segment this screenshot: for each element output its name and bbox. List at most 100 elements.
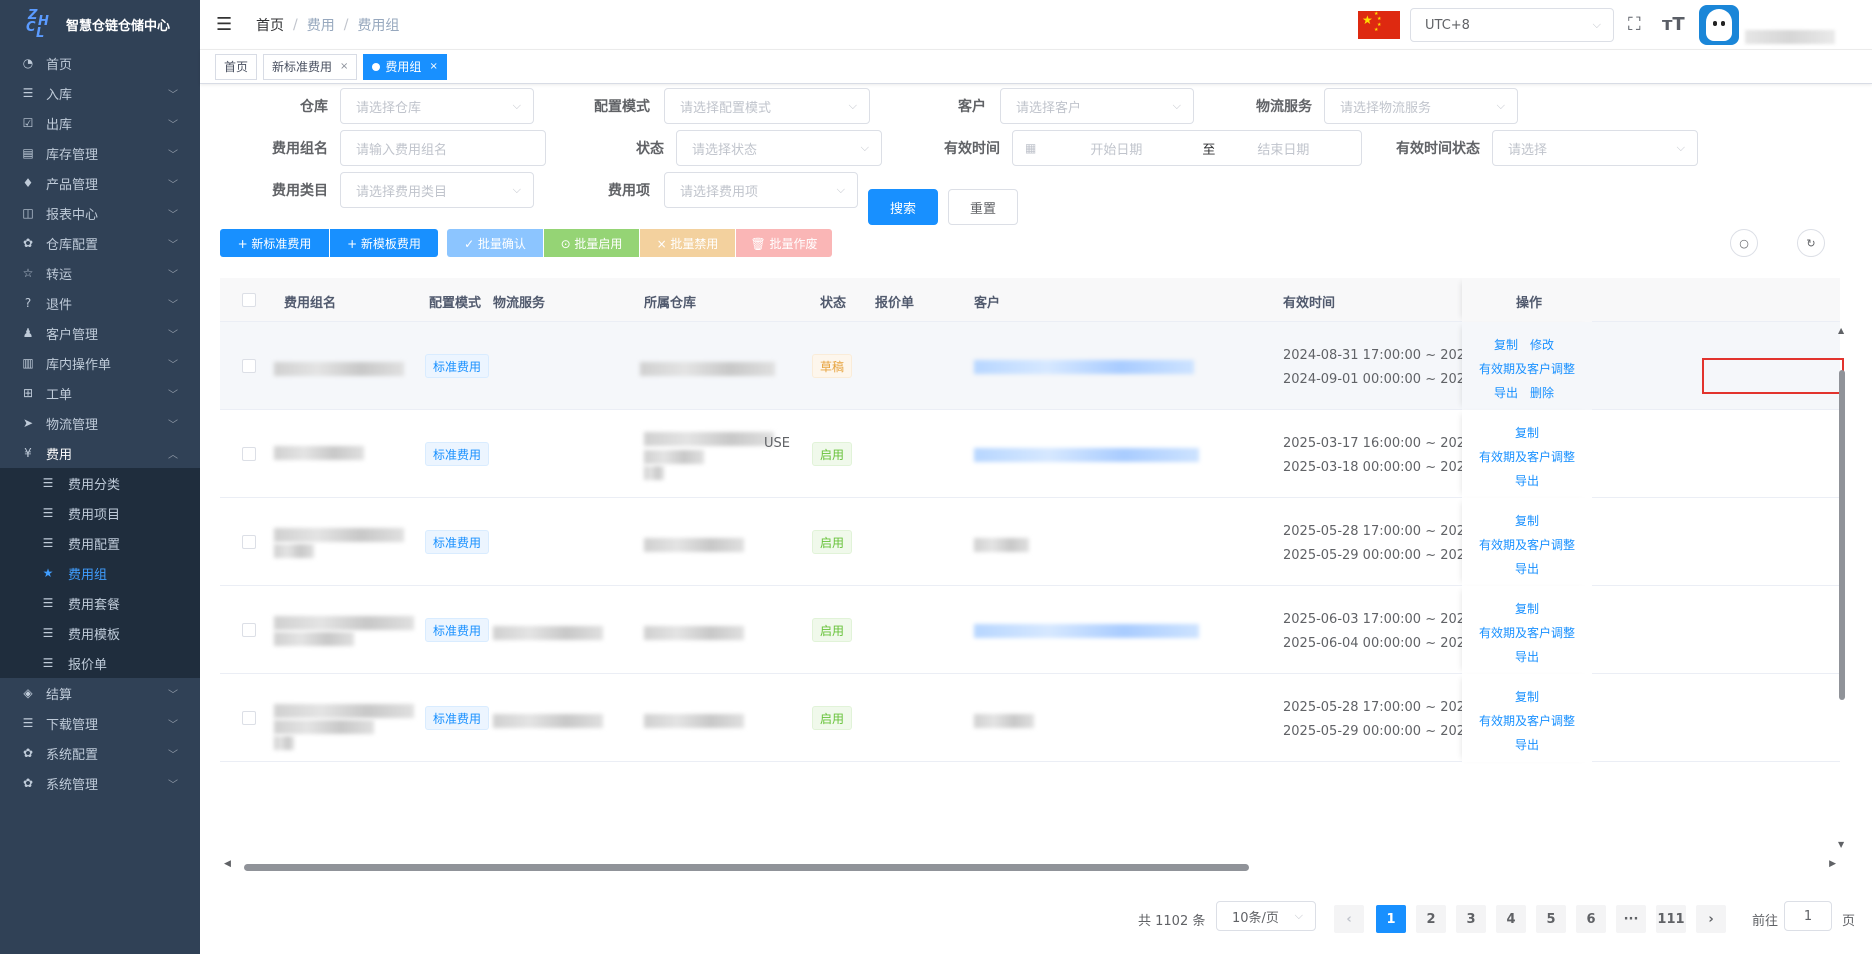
scroll-right-icon[interactable]: ▶ bbox=[1829, 859, 1836, 869]
copy-link[interactable]: 复制 bbox=[1494, 336, 1518, 353]
hamburger-icon[interactable]: ☰ bbox=[216, 14, 240, 35]
row-checkbox[interactable] bbox=[242, 623, 256, 637]
submenu-item-6[interactable]: ☰ 报价单 bbox=[0, 648, 200, 678]
page-111[interactable]: 111 bbox=[1656, 905, 1686, 933]
sidebar-item-sidebar.items5[interactable]: ◫ 报表中心 ﹀ bbox=[0, 198, 200, 228]
refresh-icon[interactable]: ↻ bbox=[1797, 229, 1825, 257]
row-checkbox[interactable] bbox=[242, 535, 256, 549]
sidebar-item-sidebar.items2[interactable]: ☑ 出库 ﹀ bbox=[0, 108, 200, 138]
page-4[interactable]: 4 bbox=[1496, 905, 1526, 933]
page-3[interactable]: 3 bbox=[1456, 905, 1486, 933]
edit-link[interactable]: 修改 bbox=[1530, 336, 1554, 353]
table-row[interactable]: 标准费用 启用 2025-06-03 17:00:00 ~ 2025-06-30 1… bbox=[220, 586, 1840, 674]
close-icon[interactable]: × bbox=[429, 61, 437, 72]
warehouse-select[interactable]: 请选择仓库 ⌵ bbox=[340, 88, 534, 124]
vertical-scrollbar[interactable]: ▲ ▼ bbox=[1838, 320, 1846, 850]
new-template-fee-button[interactable]: + 新模板费用 bbox=[330, 229, 438, 257]
fee-item-select[interactable]: 请选择费用项 ⌵ bbox=[664, 172, 858, 208]
goto-page-input[interactable]: 1 bbox=[1784, 901, 1832, 931]
sidebar-item-sidebar.items10[interactable]: ▥ 库内操作单 ﹀ bbox=[0, 348, 200, 378]
delete-link[interactable]: 删除 bbox=[1530, 384, 1554, 401]
valid-status-select[interactable]: 请选择 ⌵ bbox=[1492, 130, 1698, 166]
batch-void-button[interactable]: 🗑 批量作废 bbox=[736, 229, 832, 257]
export-link[interactable]: 导出 bbox=[1515, 736, 1539, 753]
group-name-input[interactable]: 请输入费用组名 bbox=[340, 130, 546, 166]
batch-confirm-button[interactable]: ✓ 批量确认 bbox=[447, 229, 543, 257]
horizontal-scrollbar[interactable]: ◀ ▶ bbox=[220, 859, 1840, 873]
scrollbar-thumb[interactable] bbox=[244, 864, 1249, 871]
new-standard-fee-button[interactable]: + 新标准费用 bbox=[220, 229, 329, 257]
table-row[interactable]: 标准费用 启用 2025-05-28 17:00:00 ~ 2025-05-30 1… bbox=[220, 674, 1840, 762]
row-checkbox[interactable] bbox=[242, 359, 256, 373]
valid-time-range[interactable]: ▦ 开始日期 至 结束日期 bbox=[1012, 130, 1362, 166]
row-checkbox[interactable] bbox=[242, 711, 256, 725]
table-row[interactable]: USE 标准费用 启用 2025-03-17 16:00:00 ~ 2025-09-3… bbox=[220, 410, 1840, 498]
select-all-checkbox[interactable] bbox=[242, 293, 256, 307]
sidebar-item-sidebar.items11[interactable]: ⊞ 工单 ﹀ bbox=[0, 378, 200, 408]
submenu-item-5[interactable]: ☰ 费用模板 bbox=[0, 618, 200, 648]
adjust-validity-customer-link[interactable]: 有效期及客户调整 bbox=[1479, 448, 1575, 465]
scroll-down-icon[interactable]: ▼ bbox=[1838, 840, 1844, 849]
submenu-item-4[interactable]: ☰ 费用套餐 bbox=[0, 588, 200, 618]
sidebar-item-sidebar.items0[interactable]: ◔ 首页 bbox=[0, 48, 200, 78]
tab-1[interactable]: 新标准费用 × bbox=[263, 53, 358, 80]
table-row[interactable]: 标准费用 启用 2025-05-28 17:00:00 ~ 2025-06-27 1… bbox=[220, 498, 1840, 586]
search-icon[interactable]: ○ bbox=[1730, 229, 1758, 257]
logistics-select[interactable]: 请选择物流服务 ⌵ bbox=[1324, 88, 1518, 124]
sidebar-item-sidebar.items4[interactable]: ♦ 产品管理 ﹀ bbox=[0, 168, 200, 198]
row-checkbox[interactable] bbox=[242, 447, 256, 461]
sidebar-item-sidebar.items_after1[interactable]: ☰ 下载管理 ﹀ bbox=[0, 708, 200, 738]
sidebar-item-sidebar.items7[interactable]: ☆ 转运 ﹀ bbox=[0, 258, 200, 288]
sidebar-item-sidebar.items3[interactable]: ▤ 库存管理 ﹀ bbox=[0, 138, 200, 168]
page-6[interactable]: 6 bbox=[1576, 905, 1606, 933]
timezone-select[interactable]: UTC+8 ⌵ bbox=[1410, 8, 1614, 42]
submenu-item-1[interactable]: ☰ 费用项目 bbox=[0, 498, 200, 528]
sidebar-item-sidebar.items8[interactable]: ? 退件 ﹀ bbox=[0, 288, 200, 318]
page-1[interactable]: 1 bbox=[1376, 905, 1406, 933]
sidebar-item-sidebar.items_after0[interactable]: ◈ 结算 ﹀ bbox=[0, 678, 200, 708]
export-link[interactable]: 导出 bbox=[1515, 648, 1539, 665]
brand[interactable]: Z H C L 智慧仓链仓储中心 bbox=[0, 0, 200, 48]
next-page-button[interactable]: › bbox=[1696, 905, 1726, 933]
scroll-up-icon[interactable]: ▲ bbox=[1838, 326, 1844, 335]
submenu-item-0[interactable]: ☰ 费用分类 bbox=[0, 468, 200, 498]
adjust-validity-customer-link[interactable]: 有效期及客户调整 bbox=[1479, 624, 1575, 641]
status-select[interactable]: 请选择状态 ⌵ bbox=[676, 130, 882, 166]
tab-2[interactable]: 费用组 × bbox=[363, 53, 447, 80]
export-link[interactable]: 导出 bbox=[1515, 472, 1539, 489]
reset-button[interactable]: 重置 bbox=[948, 189, 1018, 225]
font-size-icon[interactable]: тT bbox=[1662, 14, 1685, 35]
export-link[interactable]: 导出 bbox=[1494, 384, 1518, 401]
adjust-validity-customer-link[interactable]: 有效期及客户调整 bbox=[1479, 536, 1575, 553]
fullscreen-icon[interactable]: ⛶ bbox=[1628, 14, 1641, 35]
submenu-item-2[interactable]: ☰ 费用配置 bbox=[0, 528, 200, 558]
tab-0[interactable]: 首页 bbox=[215, 53, 258, 80]
page-2[interactable]: 2 bbox=[1416, 905, 1446, 933]
breadcrumb-fee[interactable]: 费用 bbox=[307, 15, 335, 35]
sidebar-item-sidebar.items_after2[interactable]: ✿ 系统配置 ﹀ bbox=[0, 738, 200, 768]
customer-select[interactable]: 请选择客户 ⌵ bbox=[1000, 88, 1194, 124]
export-link[interactable]: 导出 bbox=[1515, 560, 1539, 577]
adjust-validity-customer-link[interactable]: 有效期及客户调整 bbox=[1479, 360, 1575, 377]
breadcrumb-home[interactable]: 首页 bbox=[256, 15, 284, 35]
scroll-left-icon[interactable]: ◀ bbox=[224, 859, 231, 869]
adjust-validity-customer-link[interactable]: 有效期及客户调整 bbox=[1479, 712, 1575, 729]
sidebar-item-sidebar.items9[interactable]: ♟ 客户管理 ﹀ bbox=[0, 318, 200, 348]
batch-disable-button[interactable]: × 批量禁用 bbox=[640, 229, 735, 257]
sidebar-item-sidebar.items6[interactable]: ✿ 仓库配置 ﹀ bbox=[0, 228, 200, 258]
avatar[interactable] bbox=[1699, 5, 1739, 45]
table-row[interactable]: 标准费用 草稿 2024-08-31 17:00:00 ~ 2026-09-30 1… bbox=[220, 322, 1840, 410]
page-···[interactable]: ··· bbox=[1616, 905, 1646, 933]
scrollbar-thumb[interactable] bbox=[1839, 370, 1845, 700]
prev-page-button[interactable]: ‹ bbox=[1334, 905, 1364, 933]
copy-link[interactable]: 复制 bbox=[1515, 424, 1539, 441]
sidebar-item-sidebar.items12[interactable]: ➤ 物流管理 ﹀ bbox=[0, 408, 200, 438]
copy-link[interactable]: 复制 bbox=[1515, 512, 1539, 529]
search-button[interactable]: 搜索 bbox=[868, 189, 938, 225]
copy-link[interactable]: 复制 bbox=[1515, 600, 1539, 617]
category-select[interactable]: 请选择费用类目 ⌵ bbox=[340, 172, 534, 208]
sidebar-item-sidebar.items13[interactable]: ¥ 费用 ︿ bbox=[0, 438, 200, 468]
china-flag-icon[interactable]: ★ ★ ★ ★ ★ bbox=[1358, 11, 1400, 39]
page-size-select[interactable]: 10条/页 ⌵ bbox=[1216, 901, 1316, 931]
submenu-item-3[interactable]: ★ 费用组 bbox=[0, 558, 200, 588]
